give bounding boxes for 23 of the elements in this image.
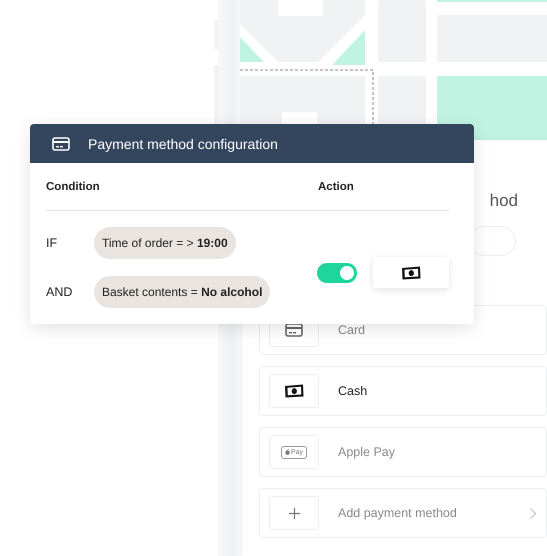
payment-method-label: Cash (338, 384, 368, 398)
cash-icon (284, 384, 304, 398)
condition-chip[interactable]: Basket contents = No alcohol (94, 276, 270, 308)
condition-chip[interactable]: Time of order = > 19:00 (94, 227, 236, 259)
column-header: Condition (46, 180, 101, 192)
condition-operator: IF (46, 236, 58, 250)
card-icon (285, 323, 303, 337)
plus-icon (288, 508, 300, 518)
condition-operator: AND (46, 285, 74, 299)
column-header: Action (318, 180, 354, 192)
payment-method-label: Card (338, 323, 366, 337)
chevron-right-icon (530, 508, 536, 519)
payment-method-label: Add payment method (338, 506, 457, 520)
apple-icon (284, 449, 290, 455)
cash-icon (401, 266, 421, 280)
payment-method-label: Apple Pay (338, 445, 395, 459)
payment-method-item[interactable]: Add payment method (259, 488, 547, 538)
dialog-title: Payment method configuration (88, 136, 278, 152)
sheet-title: hod (490, 191, 518, 211)
action-method-button[interactable] (373, 257, 449, 288)
card-icon (52, 136, 70, 150)
toggle-switch[interactable] (317, 262, 357, 282)
payment-method-item[interactable]: Cash (259, 366, 547, 416)
